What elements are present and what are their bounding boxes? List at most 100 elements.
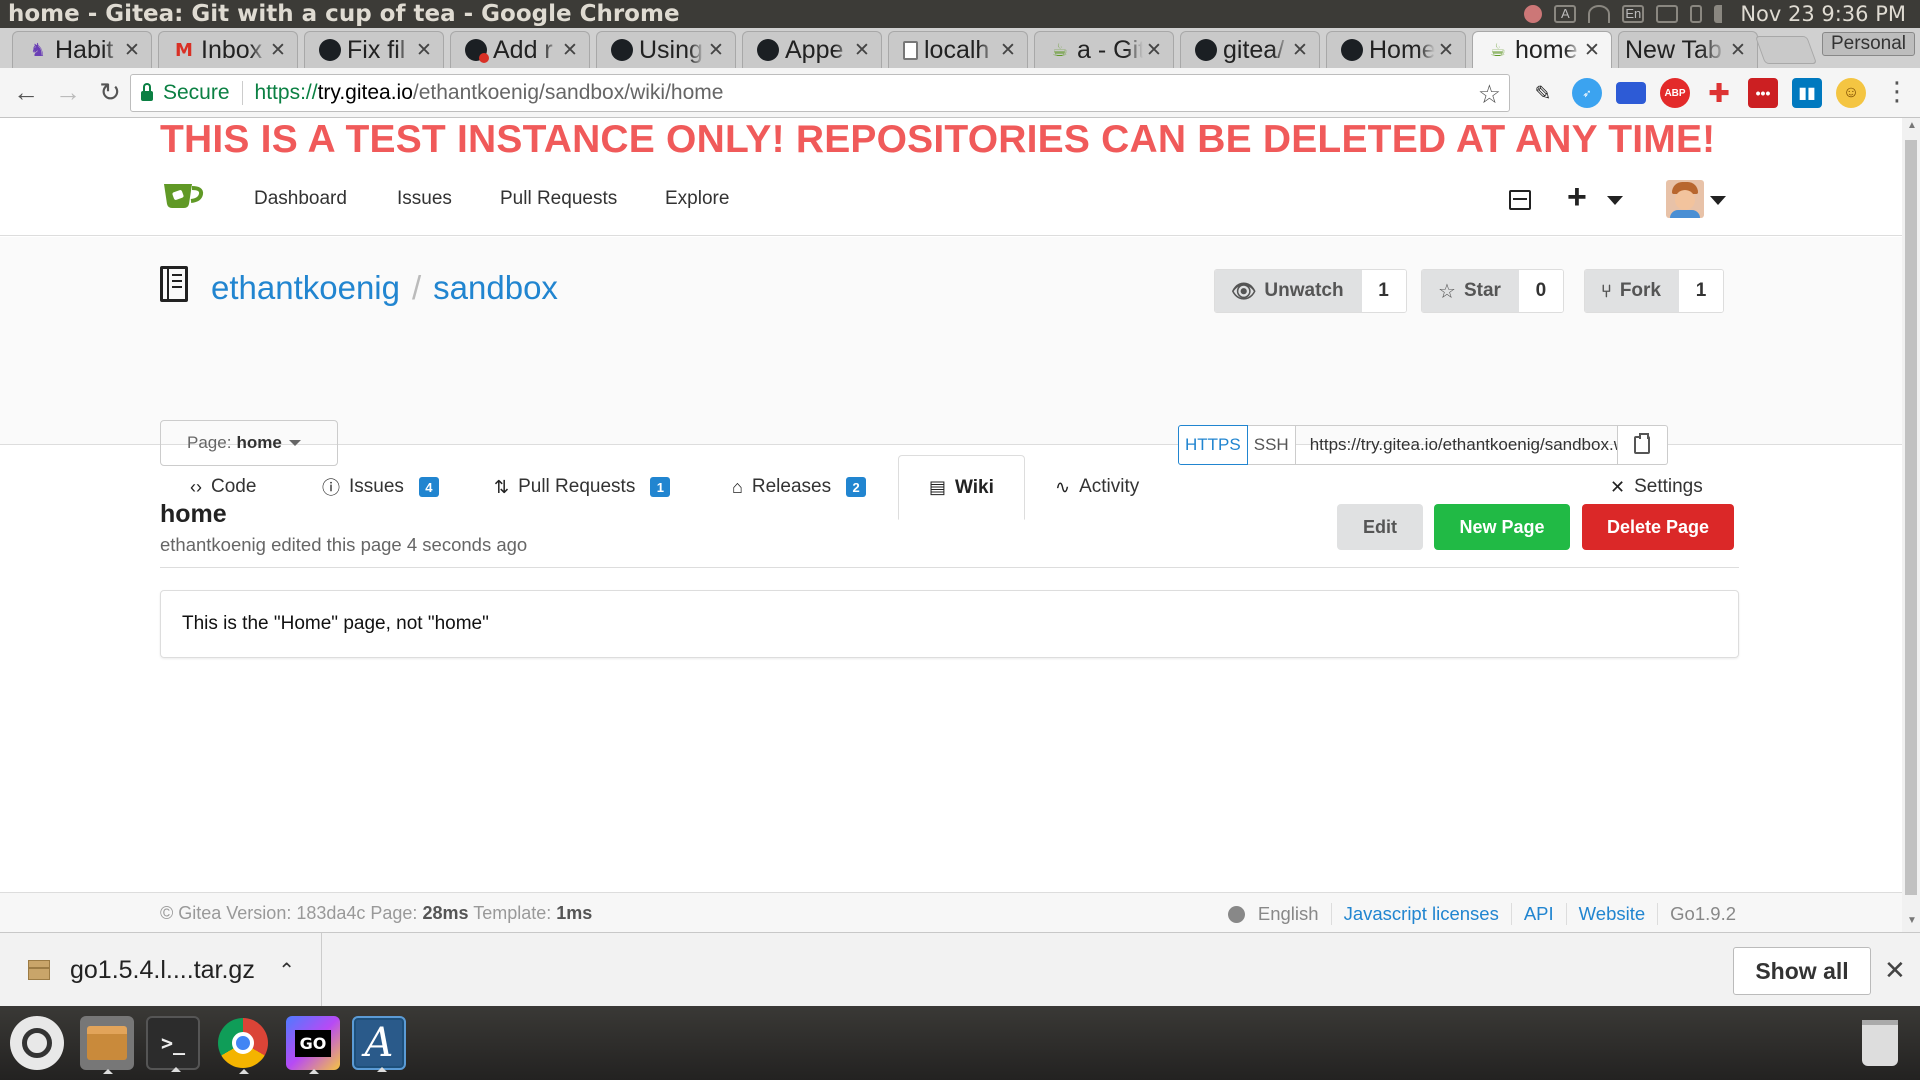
browser-tab[interactable]: Fix fil ✕ <box>304 31 444 68</box>
nav-pull-requests[interactable]: Pull Requests <box>500 188 617 210</box>
close-icon[interactable]: ✕ <box>559 39 581 62</box>
close-icon[interactable]: ✕ <box>705 39 727 62</box>
new-tab-button[interactable] <box>1754 36 1818 64</box>
browser-menu-icon[interactable]: ⋮ <box>1884 76 1910 107</box>
close-icon[interactable]: ✕ <box>121 39 143 62</box>
close-icon[interactable]: ✕ <box>1884 955 1906 986</box>
nav-explore[interactable]: Explore <box>665 188 729 210</box>
address-bar[interactable]: Secure https://try.gitea.io/ethantkoenig… <box>130 74 1510 112</box>
clone-https-button[interactable]: HTTPS <box>1178 425 1248 465</box>
api-link[interactable]: API <box>1510 903 1566 925</box>
browser-tab[interactable]: Using ✕ <box>596 31 736 68</box>
browser-tab[interactable]: New Tab ✕ <box>1618 31 1758 68</box>
mail-icon[interactable] <box>1656 5 1679 23</box>
forward-arrow-icon[interactable]: → <box>48 73 88 113</box>
pen-icon[interactable]: ✎ <box>1528 78 1558 108</box>
unwatch-button[interactable]: 👁 Unwatch <box>1215 270 1362 312</box>
clone-url-input[interactable]: https://try.gitea.io/ethantkoenig/sandbo… <box>1295 425 1618 465</box>
lastpass-icon[interactable]: ••• <box>1748 78 1778 108</box>
wifi-icon[interactable] <box>1588 5 1611 23</box>
browser-tab[interactable]: ♞ Habit ✕ <box>12 31 152 68</box>
browser-tab[interactable]: localh ✕ <box>888 31 1028 68</box>
trello-icon[interactable]: ▮▮ <box>1792 78 1822 108</box>
edit-button[interactable]: Edit <box>1337 504 1423 550</box>
volume-icon[interactable] <box>1714 5 1728 23</box>
download-item[interactable]: go1.5.4.l....tar.gz ⌃ <box>0 933 322 1007</box>
javascript-licenses-link[interactable]: Javascript licenses <box>1330 903 1511 925</box>
goland-icon[interactable]: GO <box>286 1016 340 1074</box>
repo-name-link[interactable]: sandbox <box>433 269 558 306</box>
paw-icon[interactable] <box>1524 5 1543 23</box>
text-editor-icon[interactable]: A <box>352 1016 406 1072</box>
back-arrow-icon[interactable]: ← <box>6 73 46 113</box>
browser-tab[interactable]: Appe ✕ <box>742 31 882 68</box>
website-link[interactable]: Website <box>1565 903 1658 925</box>
copy-url-button[interactable] <box>1617 425 1668 465</box>
create-plus-icon[interactable]: + <box>1567 178 1587 217</box>
close-icon[interactable]: ✕ <box>267 39 289 62</box>
tab-wiki[interactable]: ▤ Wiki <box>898 455 1025 520</box>
close-icon[interactable]: ✕ <box>997 39 1019 62</box>
compass-icon[interactable]: ➶ <box>1572 78 1602 108</box>
page-scrollbar[interactable]: ▲ ▼ <box>1902 118 1920 932</box>
close-icon[interactable]: ✕ <box>1727 39 1749 62</box>
gitea-logo-icon[interactable] <box>162 180 204 210</box>
star-button[interactable]: ☆ Star <box>1422 270 1519 312</box>
avatar[interactable] <box>1666 180 1704 218</box>
browser-tab[interactable]: Home ✕ <box>1326 31 1466 68</box>
show-all-downloads-button[interactable]: Show all <box>1733 947 1871 995</box>
clock[interactable]: Nov 23 9:36 PM <box>1740 2 1906 26</box>
download-filename[interactable]: go1.5.4.l....tar.gz <box>70 956 278 985</box>
adblock-icon[interactable]: ABP <box>1660 78 1690 108</box>
browser-tab[interactable]: gitea/ ✕ <box>1180 31 1320 68</box>
nav-dashboard[interactable]: Dashboard <box>254 188 347 210</box>
inbox-icon[interactable] <box>1509 190 1531 210</box>
close-icon[interactable]: ✕ <box>851 39 873 62</box>
url-text[interactable]: https://try.gitea.io/ethantkoenig/sandbo… <box>255 81 724 105</box>
scrollbar-thumb[interactable] <box>1905 140 1917 895</box>
reload-icon[interactable]: ↻ <box>90 73 130 113</box>
scroll-up-arrow-icon[interactable]: ▲ <box>1907 120 1917 131</box>
chevron-down-icon[interactable] <box>1710 196 1726 205</box>
close-icon[interactable]: ✕ <box>1143 39 1165 62</box>
tab-activity[interactable]: ∿ Activity <box>1055 455 1139 519</box>
close-icon[interactable]: ✕ <box>1289 39 1311 62</box>
browser-tab[interactable]: Add r ✕ <box>450 31 590 68</box>
clone-ssh-button[interactable]: SSH <box>1247 425 1296 465</box>
files-icon[interactable] <box>80 1016 134 1074</box>
tab-pull-requests[interactable]: ⇅ Pull Requests 1 <box>494 455 671 519</box>
browser-tab[interactable]: ☕ a - Git ✕ <box>1034 31 1174 68</box>
close-icon[interactable]: ✕ <box>1581 39 1603 62</box>
browser-tab-active[interactable]: ☕ home ✕ <box>1472 31 1612 69</box>
trash-icon[interactable] <box>1862 1020 1898 1066</box>
wiki-page-dropdown[interactable]: Page: home <box>160 420 338 466</box>
a-icon[interactable]: A <box>1554 5 1577 23</box>
profile-button[interactable]: Personal <box>1822 32 1915 56</box>
terminal-icon[interactable]: >_ <box>146 1016 200 1072</box>
repo-owner-link[interactable]: ethantkoenig <box>211 269 400 306</box>
language-selector[interactable]: English <box>1258 903 1331 925</box>
ubuntu-dash-icon[interactable] <box>10 1016 64 1070</box>
keyboard-layout-indicator[interactable]: En <box>1622 5 1645 23</box>
browser-tab[interactable]: M Inbox ✕ <box>158 31 298 68</box>
close-icon[interactable]: ✕ <box>1435 39 1457 62</box>
close-icon[interactable]: ✕ <box>413 39 435 62</box>
scroll-down-arrow-icon[interactable]: ▼ <box>1907 915 1917 926</box>
tab-releases[interactable]: ⌂ Releases 2 <box>732 455 867 519</box>
plus-cross-icon[interactable]: ✚ <box>1704 78 1734 108</box>
fork-button[interactable]: ⑂ Fork <box>1585 270 1679 312</box>
chevron-down-icon[interactable] <box>1607 196 1623 205</box>
bookmark-star-icon[interactable]: ☆ <box>1478 79 1501 110</box>
emoji-icon[interactable]: ☺ <box>1836 78 1866 108</box>
delete-page-button[interactable]: Delete Page <box>1582 504 1734 550</box>
calendar-icon[interactable] <box>1616 82 1646 104</box>
fork-count[interactable]: 1 <box>1679 270 1723 312</box>
chevron-up-icon[interactable]: ⌃ <box>278 958 295 983</box>
chrome-icon[interactable] <box>216 1016 270 1074</box>
watch-count[interactable]: 1 <box>1361 270 1406 312</box>
battery-icon[interactable] <box>1690 5 1703 23</box>
new-page-button[interactable]: New Page <box>1434 504 1570 550</box>
secure-label[interactable]: Secure <box>163 81 243 105</box>
nav-issues[interactable]: Issues <box>397 188 452 210</box>
tab-issues[interactable]: ⓘ Issues 4 <box>322 455 439 519</box>
